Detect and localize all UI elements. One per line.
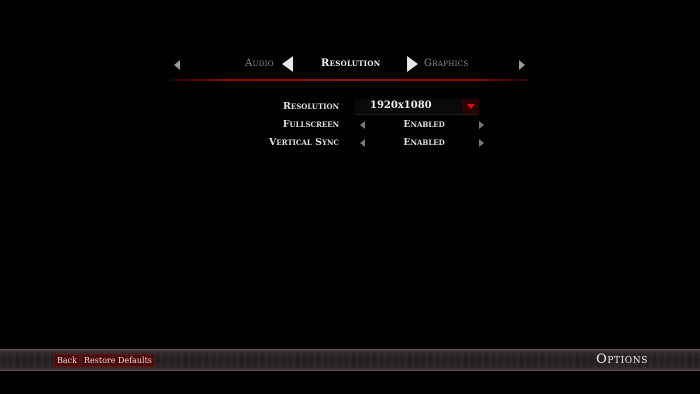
- tab-divider: [170, 79, 530, 81]
- resolution-label: Resolution: [282, 101, 339, 112]
- next-tab-arrow-icon[interactable]: [407, 56, 418, 72]
- fullscreen-next-arrow-icon[interactable]: [479, 121, 484, 129]
- tab-resolution[interactable]: Resolution: [321, 58, 380, 69]
- tab-audio[interactable]: Audio: [245, 58, 274, 69]
- bottom-bar: Back Restore Defaults Options: [0, 349, 700, 371]
- chevron-down-icon[interactable]: [463, 99, 479, 114]
- tab-scroll-right-icon[interactable]: [519, 60, 525, 70]
- fullscreen-prev-arrow-icon[interactable]: [360, 121, 365, 129]
- previous-tab-arrow-icon[interactable]: [282, 56, 293, 72]
- screen-title: Options: [596, 352, 648, 367]
- tab-bar: Audio Resolution Graphics: [170, 52, 530, 78]
- options-screen: Audio Resolution Graphics Resolution 192…: [0, 0, 700, 394]
- fullscreen-label: Fullscreen: [282, 119, 339, 130]
- vertical-sync-label: Vertical Sync: [269, 137, 339, 148]
- vertical-sync-prev-arrow-icon[interactable]: [360, 139, 365, 147]
- fullscreen-value: Enabled: [403, 119, 445, 130]
- resolution-value: 1920x1080: [370, 100, 432, 111]
- tab-graphics[interactable]: Graphics: [424, 58, 468, 69]
- back-button[interactable]: Back: [54, 354, 80, 367]
- resolution-dropdown[interactable]: 1920x1080: [355, 99, 479, 115]
- tab-scroll-left-icon[interactable]: [174, 60, 180, 70]
- vertical-sync-next-arrow-icon[interactable]: [479, 139, 484, 147]
- restore-defaults-button[interactable]: Restore Defaults: [81, 354, 155, 367]
- vertical-sync-value: Enabled: [403, 137, 445, 148]
